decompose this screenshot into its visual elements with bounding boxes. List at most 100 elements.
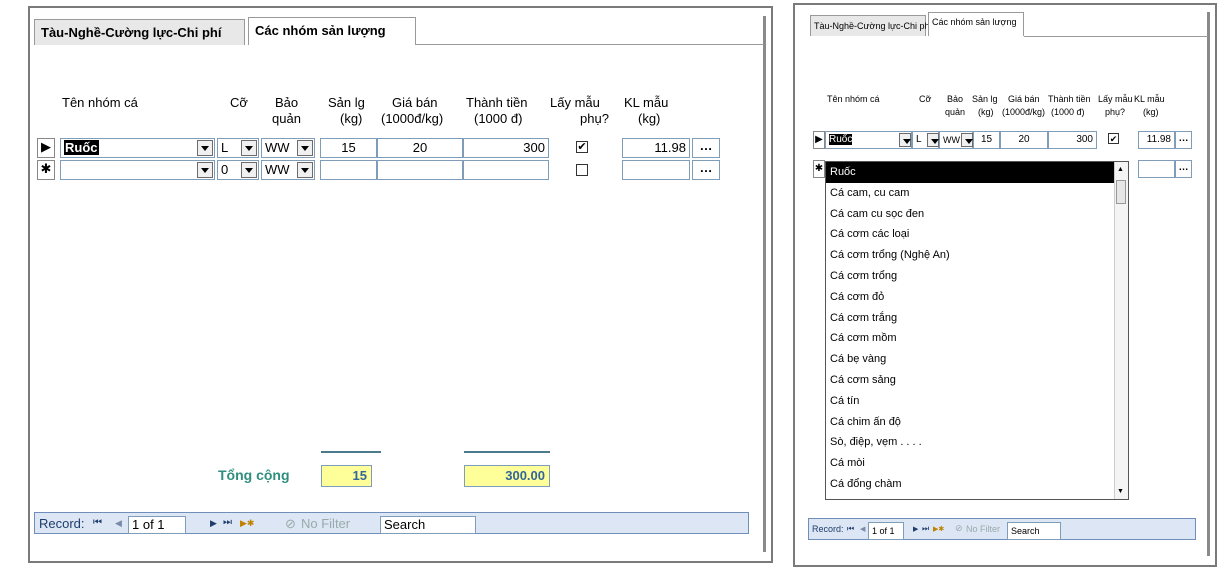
- dropdown-option[interactable]: Cá chim ấn độ: [826, 412, 1128, 433]
- fish-group-dropdown-button-right[interactable]: [899, 133, 911, 147]
- size-dropdown-button[interactable]: [241, 140, 257, 156]
- last-record-button-right[interactable]: ⏭: [922, 524, 929, 534]
- preservation-dropdown-button-right[interactable]: [961, 133, 973, 147]
- sample-checkbox[interactable]: ✔: [576, 141, 588, 153]
- new-price-field[interactable]: [377, 160, 463, 180]
- dropdown-option[interactable]: Cá cơm trắng: [826, 308, 1128, 329]
- output-total-field: 15: [321, 465, 372, 487]
- amount-field-right[interactable]: 300: [1048, 131, 1097, 149]
- dropdown-option[interactable]: Ruốc: [826, 162, 1128, 183]
- new-fish-group-field[interactable]: [60, 160, 215, 180]
- new-weight-ellipsis-button-right[interactable]: …: [1175, 160, 1192, 178]
- header-fish-group: Tên nhóm cá: [62, 95, 138, 110]
- dropdown-option[interactable]: Cá cơm sảng: [826, 370, 1128, 391]
- dropdown-option[interactable]: Sò, điệp, vẹm . . . .: [826, 432, 1128, 453]
- new-amount-field[interactable]: [463, 160, 549, 180]
- filter-icon-right[interactable]: ⊘: [955, 523, 963, 534]
- weight-field-right[interactable]: 11.98: [1138, 131, 1175, 149]
- dropdown-option[interactable]: Cá tín: [826, 391, 1128, 412]
- scroll-up-arrow[interactable]: ▲: [1117, 166, 1124, 173]
- header-sample-2: phụ?: [580, 111, 609, 126]
- dropdown-scrollbar[interactable]: ▲ ▼: [1114, 162, 1128, 499]
- new-size-dropdown-button[interactable]: [241, 162, 257, 178]
- fish-group-dropdown-button[interactable]: [197, 140, 213, 156]
- prev-record-button[interactable]: ◀: [115, 518, 122, 529]
- new-weight-ellipsis-button[interactable]: …: [692, 160, 720, 180]
- new-weight-field[interactable]: [622, 160, 690, 180]
- new-weight-field-right[interactable]: [1138, 160, 1175, 178]
- tab-tau-nghe-right[interactable]: Tàu-Nghề-Cường lực-Chi phí: [810, 15, 932, 36]
- dropdown-option[interactable]: Cá đổng chàm: [826, 474, 1128, 495]
- dropdown-option[interactable]: Cá cơm các loại: [826, 224, 1128, 245]
- fish-group-value: Ruốc: [64, 140, 99, 155]
- price-field-right[interactable]: 20: [1000, 131, 1048, 149]
- header-price-2: (1000đ/kg): [381, 111, 444, 126]
- weight-ellipsis-button-right[interactable]: …: [1175, 131, 1192, 149]
- header-fish-group-right: Tên nhóm cá: [827, 94, 880, 104]
- weight-field[interactable]: 11.98: [622, 138, 690, 158]
- dropdown-option[interactable]: Cá cơm trổng (Nghệ An): [826, 245, 1128, 266]
- scroll-down-arrow[interactable]: ▼: [1117, 488, 1124, 495]
- price-field[interactable]: 20: [377, 138, 463, 158]
- record-label: Record:: [39, 516, 85, 531]
- dropdown-option[interactable]: Cá cơm mồm: [826, 328, 1128, 349]
- size-dropdown-button-right[interactable]: [927, 133, 939, 147]
- scroll-thumb[interactable]: [1116, 180, 1126, 204]
- amount-total-field: 300.00: [464, 465, 550, 487]
- dropdown-items: Ruốc Cá cam, cu cam Cá cam cu sọc đen Cá cơ…: [826, 162, 1128, 495]
- dropdown-option[interactable]: Cá cam cu sọc đen: [826, 204, 1128, 225]
- first-record-button-right[interactable]: ⏮: [847, 524, 854, 534]
- left-form-window: [28, 6, 773, 563]
- tab-cac-nhom-right[interactable]: Các nhóm sản lượng: [928, 12, 1024, 36]
- amount-field[interactable]: 300: [463, 138, 549, 158]
- first-record-button[interactable]: ⏮: [93, 517, 102, 528]
- header-preservation-1: Bảo: [275, 95, 299, 110]
- search-box-right[interactable]: Search: [1007, 522, 1061, 540]
- dropdown-option[interactable]: Cá cơm đỏ: [826, 287, 1128, 308]
- prev-record-button-right[interactable]: ◀: [860, 525, 865, 533]
- new-output-field[interactable]: [320, 160, 377, 180]
- preservation-dropdown-button[interactable]: [297, 140, 313, 156]
- no-filter-button-right[interactable]: No Filter: [966, 524, 1000, 534]
- header-size: Cỡ: [230, 95, 248, 110]
- output-field-right[interactable]: 15: [973, 131, 1000, 149]
- record-position-field[interactable]: 1 of 1: [128, 516, 186, 534]
- row-selector-new[interactable]: ✱: [37, 160, 55, 180]
- sample-checkbox-right[interactable]: ✔: [1108, 133, 1119, 144]
- record-position-field-right[interactable]: 1 of 1: [868, 522, 904, 540]
- fish-group-value-right: Ruốc: [829, 134, 853, 145]
- new-sample-checkbox[interactable]: [576, 164, 588, 176]
- tab-cac-nhom-san-luong[interactable]: Các nhóm sản lượng: [248, 17, 416, 45]
- no-filter-button[interactable]: No Filter: [301, 516, 350, 531]
- header-amount-2-right: (1000 đ): [1051, 107, 1085, 117]
- output-field[interactable]: 15: [320, 138, 377, 158]
- output-total-line: [321, 451, 381, 453]
- filter-icon[interactable]: ⊘: [285, 516, 296, 532]
- dropdown-option[interactable]: Cá cơm trổng: [826, 266, 1128, 287]
- next-record-button[interactable]: ▶: [210, 518, 217, 529]
- header-sample-2-right: phụ?: [1105, 107, 1126, 117]
- row-selector-new-right[interactable]: ✱: [813, 160, 825, 178]
- fish-group-field[interactable]: Ruốc: [60, 138, 215, 158]
- fish-group-dropdown-list[interactable]: Ruốc Cá cam, cu cam Cá cam cu sọc đen Cá cơ…: [825, 161, 1129, 500]
- amount-total-line: [464, 451, 550, 453]
- dropdown-option[interactable]: Cá bẹ vàng: [826, 349, 1128, 370]
- search-box[interactable]: Search: [380, 516, 476, 534]
- weight-ellipsis-button[interactable]: …: [692, 138, 720, 158]
- header-amount-2: (1000 đ): [474, 111, 523, 126]
- row-selector-current-right[interactable]: ▶: [813, 131, 825, 149]
- next-record-button-right[interactable]: ▶: [913, 525, 918, 533]
- new-record-button[interactable]: ▶✱: [240, 518, 254, 529]
- new-fish-group-dropdown-button[interactable]: [197, 162, 213, 178]
- new-record-button-right[interactable]: ▶✱: [933, 525, 944, 533]
- header-sample-1: Lấy mẫu: [550, 95, 600, 110]
- tab-tau-nghe[interactable]: Tàu-Nghề-Cường lực-Chi phí: [34, 19, 245, 45]
- left-form-edge: [763, 16, 766, 552]
- record-navigation-bar-right: Record: ⏮ ◀ 1 of 1 ▶ ⏭ ▶✱ ⊘ No Filter Se…: [808, 518, 1196, 540]
- dropdown-option[interactable]: Cá cam, cu cam: [826, 183, 1128, 204]
- last-record-button[interactable]: ⏭: [223, 517, 232, 528]
- new-preservation-dropdown-button[interactable]: [297, 162, 313, 178]
- header-size-right: Cỡ: [919, 94, 932, 104]
- row-selector-current[interactable]: ▶: [37, 138, 55, 158]
- dropdown-option[interactable]: Cá mòi: [826, 453, 1128, 474]
